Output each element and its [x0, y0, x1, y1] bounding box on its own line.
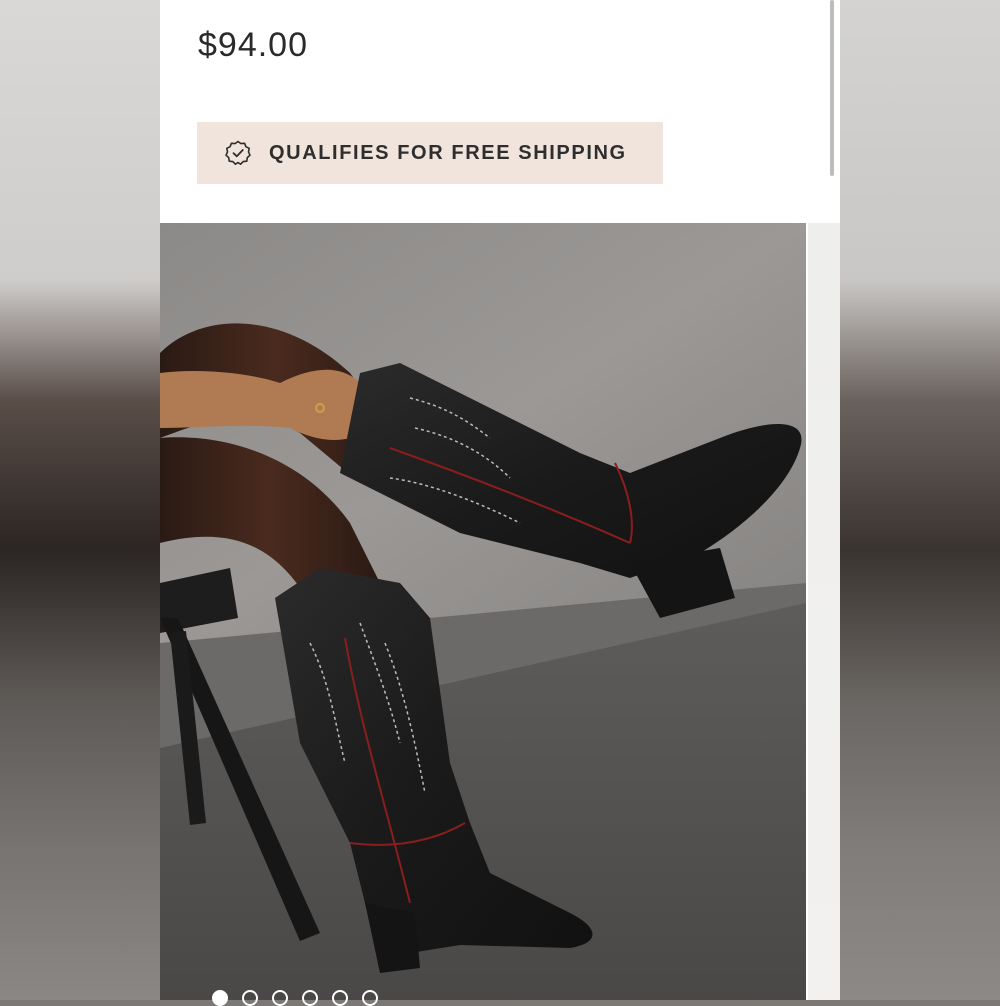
carousel-dot-6[interactable] [362, 990, 378, 1006]
carousel-dot-3[interactable] [272, 990, 288, 1006]
product-panel: $94.00 QUALIFIES FOR FREE SHIPPING [160, 0, 840, 1006]
carousel-dots [212, 990, 378, 1006]
carousel-dot-2[interactable] [242, 990, 258, 1006]
product-price: $94.00 [198, 26, 308, 64]
scrollbar[interactable] [830, 0, 834, 176]
free-shipping-banner: QUALIFIES FOR FREE SHIPPING [197, 122, 663, 184]
carousel-dot-1[interactable] [212, 990, 228, 1006]
product-image[interactable] [160, 223, 806, 1000]
carousel-dot-5[interactable] [332, 990, 348, 1006]
badge-check-icon [225, 140, 251, 165]
next-image-peek[interactable] [808, 223, 840, 1000]
carousel-dot-4[interactable] [302, 990, 318, 1006]
blurred-background-left [0, 0, 160, 1000]
blurred-background-right [840, 0, 1000, 1000]
free-shipping-label: QUALIFIES FOR FREE SHIPPING [269, 141, 627, 164]
